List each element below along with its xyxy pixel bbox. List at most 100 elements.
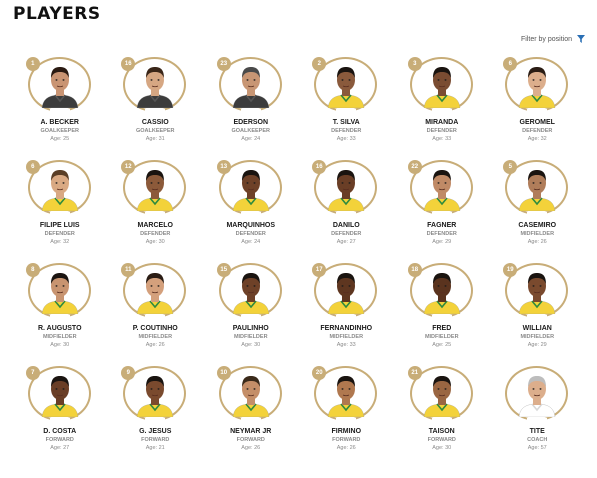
player-photo-frame: 16	[312, 160, 380, 220]
player-age: Age: 31	[146, 136, 165, 142]
player-name: FILIPE LUIS	[39, 222, 80, 229]
player-photo-frame: 3	[407, 57, 476, 117]
player-photo-icon	[423, 67, 460, 108]
ring-gap	[240, 212, 261, 220]
player-age: Age: 26	[146, 342, 165, 348]
player-position: FORWARD	[45, 437, 74, 443]
player-photo-icon	[519, 170, 556, 211]
player-age: Age: 32	[50, 239, 69, 245]
player-photo-frame: 2	[312, 57, 380, 117]
ring-gap	[527, 212, 548, 220]
ring-gap	[49, 109, 70, 117]
player-photo-icon	[423, 273, 460, 314]
jersey-number-badge: 3	[407, 57, 422, 71]
player-card[interactable]: 15 PAULINHO MIDFIELDER Age: 30	[203, 263, 299, 366]
player-name: CASEMIRO	[518, 222, 557, 229]
player-card[interactable]: 1 A. BECKER GOALKEEPER Age: 25	[12, 57, 108, 160]
player-card[interactable]: 6 FILIPE LUIS DEFENDER Age: 32	[12, 160, 108, 263]
player-card[interactable]: 19 WILLIAN MIDFIELDER Age: 29	[490, 263, 586, 366]
player-position: DEFENDER	[140, 231, 171, 237]
ring-gap	[527, 109, 548, 117]
player-photo-frame: 22	[407, 160, 476, 220]
player-card[interactable]: TITE COACH Age: 57	[490, 366, 586, 469]
player-photo-icon	[41, 273, 78, 314]
player-card[interactable]: 20 FIRMINO FORWARD Age: 26	[299, 366, 395, 469]
age-value: 30	[254, 342, 261, 348]
player-position: DEFENDER	[331, 128, 362, 134]
player-photo-icon	[41, 170, 78, 211]
age-value: 29	[445, 239, 452, 245]
age-value: 30	[445, 445, 452, 451]
player-photo-icon	[423, 376, 460, 417]
jersey-number-badge: 1	[25, 57, 40, 71]
player-age: Age: 57	[528, 445, 547, 451]
age-label: Age:	[432, 136, 444, 142]
filter-label: Filter by position	[521, 35, 572, 43]
age-label: Age:	[241, 136, 253, 142]
ring-gap	[336, 109, 357, 117]
player-card[interactable]: 16 DANILO DEFENDER Age: 27	[299, 160, 395, 263]
player-card[interactable]: 22 FAGNER DEFENDER Age: 29	[394, 160, 490, 263]
player-age: Age: 26	[337, 445, 356, 451]
age-label: Age:	[336, 445, 349, 451]
player-card[interactable]: 8 R. AUGUSTO MIDFIELDER Age: 30	[12, 263, 108, 366]
player-position: DEFENDER	[235, 231, 266, 237]
ring-gap	[431, 212, 452, 220]
ring-gap	[336, 212, 357, 220]
age-value: 32	[63, 239, 70, 245]
player-name: TAISON	[428, 428, 455, 435]
player-photo-frame	[503, 366, 571, 426]
player-card[interactable]: 6 GEROMEL DEFENDER Age: 32	[490, 57, 586, 160]
player-photo-icon	[137, 170, 174, 211]
player-card[interactable]: 5 CASEMIRO MIDFIELDER Age: 26	[490, 160, 586, 263]
player-card[interactable]: 2 T. SILVA DEFENDER Age: 33	[299, 57, 395, 160]
player-position: MIDFIELDER	[520, 231, 555, 237]
player-position: FORWARD	[141, 437, 170, 443]
player-card[interactable]: 13 MARQUINHOS DEFENDER Age: 24	[203, 160, 299, 263]
ring-gap	[240, 418, 261, 426]
player-photo-frame: 7	[25, 366, 94, 426]
player-age: Age: 33	[337, 342, 356, 348]
player-card[interactable]: 18 FRED MIDFIELDER Age: 25	[394, 263, 490, 366]
player-card[interactable]: 9 G. JESUS FORWARD Age: 21	[108, 366, 204, 469]
player-card[interactable]: 7 D. COSTA FORWARD Age: 27	[12, 366, 108, 469]
player-position: MIDFIELDER	[520, 334, 555, 340]
player-photo-icon	[232, 170, 269, 211]
jersey-number-badge: 6	[25, 160, 40, 174]
player-position: COACH	[527, 437, 548, 443]
player-photo-icon	[328, 273, 365, 314]
player-name: MIRANDA	[425, 119, 459, 126]
player-age: Age: 26	[528, 239, 547, 245]
player-photo-icon	[137, 376, 174, 417]
player-photo-icon	[137, 273, 174, 314]
player-name: EDERSON	[233, 119, 269, 126]
age-value: 26	[158, 342, 165, 348]
player-age: Age: 27	[337, 239, 356, 245]
player-card[interactable]: 21 TAISON FORWARD Age: 30	[394, 366, 490, 469]
player-age: Age: 27	[50, 445, 69, 451]
player-position: MIDFIELDER	[233, 334, 268, 340]
age-label: Age:	[527, 239, 540, 245]
player-card[interactable]: 11 P. COUTINHO MIDFIELDER Age: 26	[108, 263, 204, 366]
player-name: G. JESUS	[139, 428, 172, 435]
player-card[interactable]: 17 FERNANDINHO MIDFIELDER Age: 33	[299, 263, 395, 366]
player-card[interactable]: 16 CASSIO GOALKEEPER Age: 31	[108, 57, 204, 160]
player-photo-icon	[423, 170, 460, 211]
player-name: FERNANDINHO	[320, 325, 373, 332]
player-age: Age: 26	[241, 445, 260, 451]
player-photo-icon	[137, 67, 174, 108]
ring-gap	[240, 109, 261, 117]
player-card[interactable]: 10 NEYMAR JR FORWARD Age: 26	[203, 366, 299, 469]
filter-by-position-dropdown[interactable]: Filter by position	[521, 35, 585, 43]
age-label: Age:	[50, 445, 62, 451]
player-card[interactable]: 23 EDERSON GOALKEEPER Age: 24	[203, 57, 299, 160]
player-name: R. AUGUSTO	[37, 325, 82, 332]
players-grid: 1 A. BECKER GOALKEEPER Age: 25 16 CASSIO GOALK…	[12, 57, 585, 469]
jersey-number-badge: 21	[407, 366, 422, 380]
ring-gap	[240, 315, 261, 323]
player-age: Age: 24	[241, 239, 260, 245]
age-label: Age:	[50, 136, 62, 142]
player-card[interactable]: 12 MARCELO DEFENDER Age: 30	[108, 160, 204, 263]
player-photo-icon	[232, 67, 269, 108]
player-card[interactable]: 3 MIRANDA DEFENDER Age: 33	[394, 57, 490, 160]
